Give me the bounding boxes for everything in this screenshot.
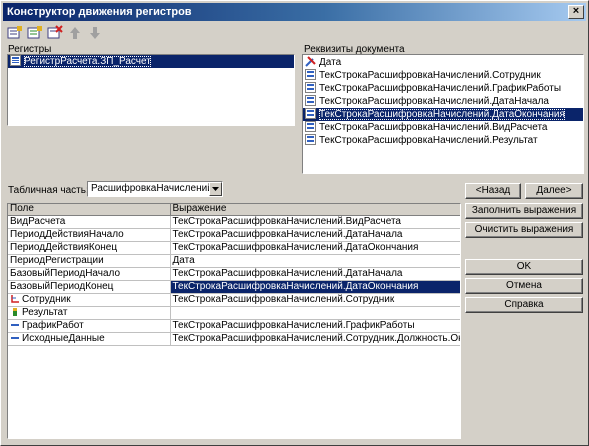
expression-cell[interactable]: Дата (170, 254, 460, 268)
expression-cell[interactable]: ТекСтрокаРасшифровкаНачислений.ДатаОконч… (170, 241, 460, 255)
next-button[interactable]: Далее> (525, 183, 583, 199)
column-header-field[interactable]: Поле (8, 204, 171, 216)
tabular-select[interactable]: РасшифровкаНачислений (87, 181, 223, 197)
close-icon: × (572, 5, 580, 17)
add-all-icon[interactable] (27, 25, 43, 41)
attribute-field-icon (10, 320, 20, 330)
fill-expressions-button[interactable]: Заполнить выражения (465, 203, 583, 219)
expression-cell[interactable]: ТекСтрокаРасшифровкаНачислений.Сотрудник… (170, 332, 460, 346)
ok-button[interactable]: OK (465, 259, 583, 275)
table-row[interactable]: ПериодРегистрации Дата (8, 254, 460, 268)
attribute-icon (305, 95, 316, 106)
fields-grid[interactable]: Поле Выражение ВидРасчета ТекСтрокаРасши… (7, 203, 461, 439)
attribute-icon (305, 121, 316, 132)
attribute-item[interactable]: ТекСтрокаРасшифровкаНачислений.Результат (303, 134, 583, 147)
field-cell[interactable]: ВидРасчета (8, 215, 171, 229)
expression-cell[interactable]: ТекСтрокаРасшифровкаНачислений.Сотрудник (170, 293, 460, 307)
resource-icon (10, 307, 20, 317)
registers-list[interactable]: РегистрРасчета.ЗП_Расчет (7, 54, 295, 126)
expression-cell[interactable]: ТекСтрокаРасшифровкаНачислений.ГрафикРаб… (170, 319, 460, 333)
field-cell[interactable]: ИсходныеДанные (8, 332, 171, 346)
tabular-select-value: РасшифровкаНачислений (91, 183, 213, 194)
field-cell[interactable]: Результат (8, 306, 171, 320)
field-cell[interactable]: БазовыйПериодНачало (8, 267, 171, 281)
expression-cell[interactable] (170, 306, 460, 320)
grid-header: Поле Выражение (8, 204, 460, 216)
delete-icon[interactable] (47, 25, 63, 41)
help-button[interactable]: Справка (465, 297, 583, 313)
attribute-item[interactable]: ТекСтрокаРасшифровкаНачислений.ВидРасчет… (303, 121, 583, 134)
constructor-window: Конструктор движения регистров × Регистр… (0, 0, 589, 446)
register-item[interactable]: РегистрРасчета.ЗП_Расчет (8, 55, 294, 68)
add-row-icon[interactable] (7, 25, 23, 41)
expression-cell-selected[interactable]: ТекСтрокаРасшифровкаНачислений.ДатаОконч… (170, 280, 460, 294)
field-cell[interactable]: Сотрудник (8, 293, 171, 307)
expression-cell[interactable]: ТекСтрокаРасшифровкаНачислений.ДатаНачал… (170, 228, 460, 242)
attribute-item[interactable]: ТекСтрокаРасшифровкаНачислений.ДатаНачал… (303, 95, 583, 108)
attribute-item[interactable]: ТекСтрокаРасшифровкаНачислений.Сотрудник (303, 69, 583, 82)
attribute-item[interactable]: ТекСтрокаРасшифровкаНачислений.ГрафикРаб… (303, 82, 583, 95)
attribute-item-date[interactable]: Дата (303, 56, 583, 69)
attribute-icon (305, 134, 316, 145)
table-row[interactable]: ГрафикРабот ТекСтрокаРасшифровкаНачислен… (8, 319, 460, 333)
tabular-label: Табличная часть: (8, 185, 89, 196)
field-cell[interactable]: БазовыйПериодКонец (8, 280, 171, 294)
expression-cell[interactable]: ТекСтрокаРасшифровкаНачислений.ВидРасчет… (170, 215, 460, 229)
table-row[interactable]: ВидРасчета ТекСтрокаРасшифровкаНачислени… (8, 215, 460, 229)
attribute-item-selected[interactable]: ТекСтрокаРасшифровкаНачислений.ДатаОконч… (303, 108, 583, 121)
field-cell[interactable]: ПериодРегистрации (8, 254, 171, 268)
attribute-icon (305, 69, 316, 80)
field-cell[interactable]: ГрафикРабот (8, 319, 171, 333)
table-row[interactable]: ПериодДействияНачало ТекСтрокаРасшифровк… (8, 228, 460, 242)
column-header-expression[interactable]: Выражение (170, 204, 460, 216)
clear-expressions-button[interactable]: Очистить выражения (465, 222, 583, 238)
register-icon (10, 55, 21, 66)
table-row[interactable]: БазовыйПериодНачало ТекСтрокаРасшифровка… (8, 267, 460, 281)
register-item-label: РегистрРасчета.ЗП_Расчет (24, 56, 151, 67)
attribute-icon (305, 82, 316, 93)
attribute-field-icon (10, 333, 20, 343)
cancel-button[interactable]: Отмена (465, 278, 583, 294)
attribute-icon (305, 108, 316, 119)
back-button[interactable]: <Назад (465, 183, 521, 199)
move-up-icon[interactable] (67, 25, 83, 41)
title-bar: Конструктор движения регистров × (3, 3, 586, 21)
close-button[interactable]: × (568, 5, 584, 19)
chevron-down-icon (212, 187, 219, 191)
move-down-icon[interactable] (87, 25, 103, 41)
date-icon (305, 56, 316, 67)
table-row[interactable]: ПериодДействияКонец ТекСтрокаРасшифровка… (8, 241, 460, 255)
attributes-list[interactable]: Дата ТекСтрокаРасшифровкаНачислений.Сотр… (302, 54, 584, 174)
table-row[interactable]: ИсходныеДанные ТекСтрокаРасшифровкаНачис… (8, 332, 460, 346)
dropdown-button[interactable] (209, 182, 222, 196)
table-row-selected[interactable]: БазовыйПериодКонец ТекСтрокаРасшифровкаН… (8, 280, 460, 294)
table-row[interactable]: Сотрудник ТекСтрокаРасшифровкаНачислений… (8, 293, 460, 307)
dimension-icon (10, 294, 20, 304)
expression-cell[interactable]: ТекСтрокаРасшифровкаНачислений.ДатаНачал… (170, 267, 460, 281)
field-cell[interactable]: ПериодДействияКонец (8, 241, 171, 255)
field-cell[interactable]: ПериодДействияНачало (8, 228, 171, 242)
window-title: Конструктор движения регистров (7, 6, 192, 18)
table-row[interactable]: Результат (8, 306, 460, 320)
